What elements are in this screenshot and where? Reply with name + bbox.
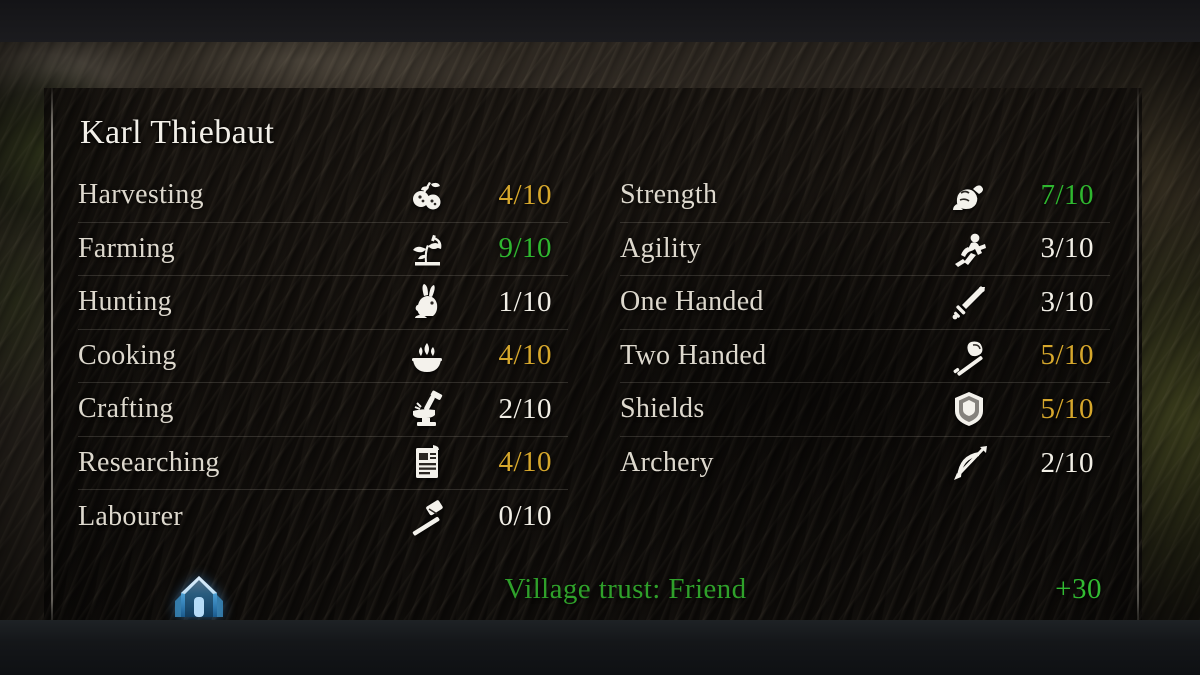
anvil-hammer-icon — [398, 387, 456, 431]
game-screen: Karl Thiebaut Harvesting 4/10 Farming 9/10 H… — [0, 0, 1200, 675]
skill-value: 4/10 — [498, 178, 552, 211]
character-skills-panel: Karl Thiebaut Harvesting 4/10 Farming 9/10 H… — [44, 88, 1142, 626]
battle-axe-icon — [940, 334, 998, 378]
skill-value: 5/10 — [1040, 392, 1094, 425]
sledgehammer-icon — [398, 495, 456, 539]
skill-value: 1/10 — [498, 285, 552, 318]
skill-row[interactable]: Archery 2/10 — [620, 437, 1110, 491]
skill-row[interactable]: Hunting 1/10 — [78, 276, 568, 330]
letterbox-bottom — [0, 620, 1200, 675]
village-trust-delta: +30 — [1055, 572, 1102, 605]
skill-value: 2/10 — [1040, 446, 1094, 479]
village-crest-icon — [162, 561, 236, 617]
skill-name: Archery — [620, 447, 714, 479]
skill-name: Researching — [78, 446, 220, 478]
skill-row[interactable]: Crafting 2/10 — [78, 383, 568, 437]
village-trust-bar: Village trust: Friend +30 — [78, 558, 1124, 620]
skill-row[interactable]: Cooking 4/10 — [78, 330, 568, 383]
skill-row[interactable]: Harvesting 4/10 — [78, 169, 568, 223]
shield-icon — [940, 387, 998, 431]
skill-value: 0/10 — [498, 500, 552, 533]
plant-sickle-icon — [398, 227, 456, 271]
skill-row[interactable]: Two Handed 5/10 — [620, 330, 1110, 383]
bow-arrow-icon — [940, 441, 998, 485]
skill-row[interactable]: One Handed 3/10 — [620, 276, 1110, 330]
letterbox-top — [0, 0, 1200, 42]
skill-value: 7/10 — [1040, 178, 1094, 211]
running-man-icon — [940, 227, 998, 271]
skill-row[interactable]: Researching 4/10 — [78, 437, 568, 490]
sword-icon — [940, 280, 998, 324]
rabbit-icon — [398, 280, 456, 324]
skill-value: 3/10 — [1040, 232, 1094, 265]
skill-name: Agility — [620, 232, 702, 264]
skill-name: Harvesting — [78, 179, 204, 211]
skill-name: Shields — [620, 393, 705, 425]
skill-row[interactable]: Farming 9/10 — [78, 223, 568, 276]
skill-row[interactable]: Labourer 0/10 — [78, 490, 568, 544]
skills-column-left: Harvesting 4/10 Farming 9/10 Hunting 1/10 Cook… — [78, 169, 568, 544]
skills-column-right: Strength 7/10 Agility 3/10 One Handed 3/10 Two… — [620, 169, 1110, 490]
skill-name: Farming — [78, 232, 175, 264]
skill-name: One Handed — [620, 286, 764, 318]
skill-name: Two Handed — [620, 339, 767, 371]
cooking-pot-icon — [398, 334, 456, 378]
character-name: Karl Thiebaut — [80, 114, 275, 151]
skill-name: Crafting — [78, 393, 174, 425]
skill-name: Labourer — [78, 500, 184, 532]
skill-row[interactable]: Strength 7/10 — [620, 169, 1110, 223]
berries-icon — [398, 173, 456, 217]
skill-name: Hunting — [78, 286, 172, 318]
skill-value: 5/10 — [1040, 339, 1094, 372]
village-trust-label: Village trust: Friend — [504, 572, 747, 605]
skill-name: Cooking — [78, 339, 177, 371]
skill-value: 3/10 — [1040, 285, 1094, 318]
skill-row[interactable]: Shields 5/10 — [620, 383, 1110, 437]
scroll-document-icon — [398, 441, 456, 485]
flexed-arm-icon — [940, 173, 998, 217]
skill-value: 4/10 — [498, 339, 552, 372]
skill-value: 9/10 — [498, 232, 552, 265]
skill-value: 4/10 — [498, 446, 552, 479]
skill-value: 2/10 — [498, 392, 552, 425]
skill-name: Strength — [620, 179, 718, 211]
skill-row[interactable]: Agility 3/10 — [620, 223, 1110, 276]
